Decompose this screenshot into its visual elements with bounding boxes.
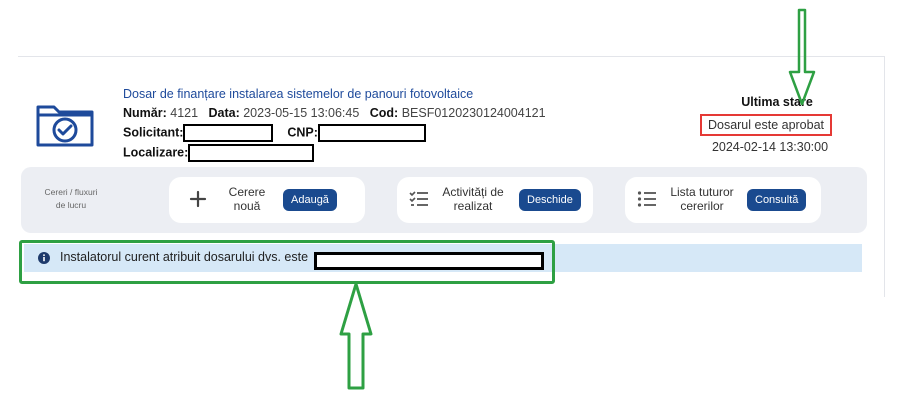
status-value: Dosarul este aprobat <box>699 114 833 136</box>
cnp-label: CNP: <box>287 125 318 140</box>
plus-icon <box>189 190 207 208</box>
folder-check-icon <box>36 105 94 147</box>
checklist-icon <box>409 191 428 206</box>
workflow-toolbar: Cereri / fluxuri de lucru Cerere nouă Ad… <box>21 167 867 233</box>
action-card-new-request: Cerere nouă Adaugă <box>169 177 365 223</box>
arrow-up-icon <box>339 282 373 390</box>
list-icon <box>637 191 656 207</box>
workflow-section-label: Cereri / fluxuri de lucru <box>44 187 98 210</box>
date-value: 2023-05-15 13:06:45 <box>243 106 360 120</box>
applicant-label: Solicitant: <box>123 125 184 140</box>
tasks-label: Activități de realizat <box>442 185 504 213</box>
consult-button[interactable]: Consultă <box>747 189 807 211</box>
status-block: Ultima stare Dosarul este aprobat 2024-0… <box>692 95 840 154</box>
cnp-redaction <box>317 124 426 142</box>
number-label: Număr: <box>123 106 167 120</box>
action-card-tasks: Activități de realizat Deschide <box>397 177 593 223</box>
arrow-down-icon <box>788 8 816 106</box>
applicant-row: Solicitant: CNP: <box>123 124 426 142</box>
new-request-label: Cerere nouă <box>228 185 266 213</box>
date-label: Data: <box>208 106 240 120</box>
code-value: BESF0120230124004121 <box>401 106 546 120</box>
add-button[interactable]: Adaugă <box>283 189 337 211</box>
location-row: Localizare: <box>123 144 315 162</box>
dossier-meta-row: Număr: 4121 Data: 2023-05-15 13:06:45 Co… <box>123 106 546 120</box>
code-label: Cod: <box>369 106 399 120</box>
status-date: 2024-02-14 13:30:00 <box>711 140 829 154</box>
applicant-redaction <box>183 124 274 142</box>
number-value: 4121 <box>170 106 199 120</box>
location-label: Localizare: <box>123 145 189 160</box>
open-button[interactable]: Deschide <box>519 189 581 211</box>
location-redaction <box>188 144 315 162</box>
action-card-all-requests: Lista tuturor cererilor Consultă <box>625 177 821 223</box>
status-label: Ultima stare <box>741 95 813 109</box>
dossier-title: Dosar de finanțare instalarea sistemelor… <box>123 87 474 101</box>
info-highlight-outline <box>19 240 555 284</box>
all-requests-label: Lista tuturor cererilor <box>670 185 734 213</box>
